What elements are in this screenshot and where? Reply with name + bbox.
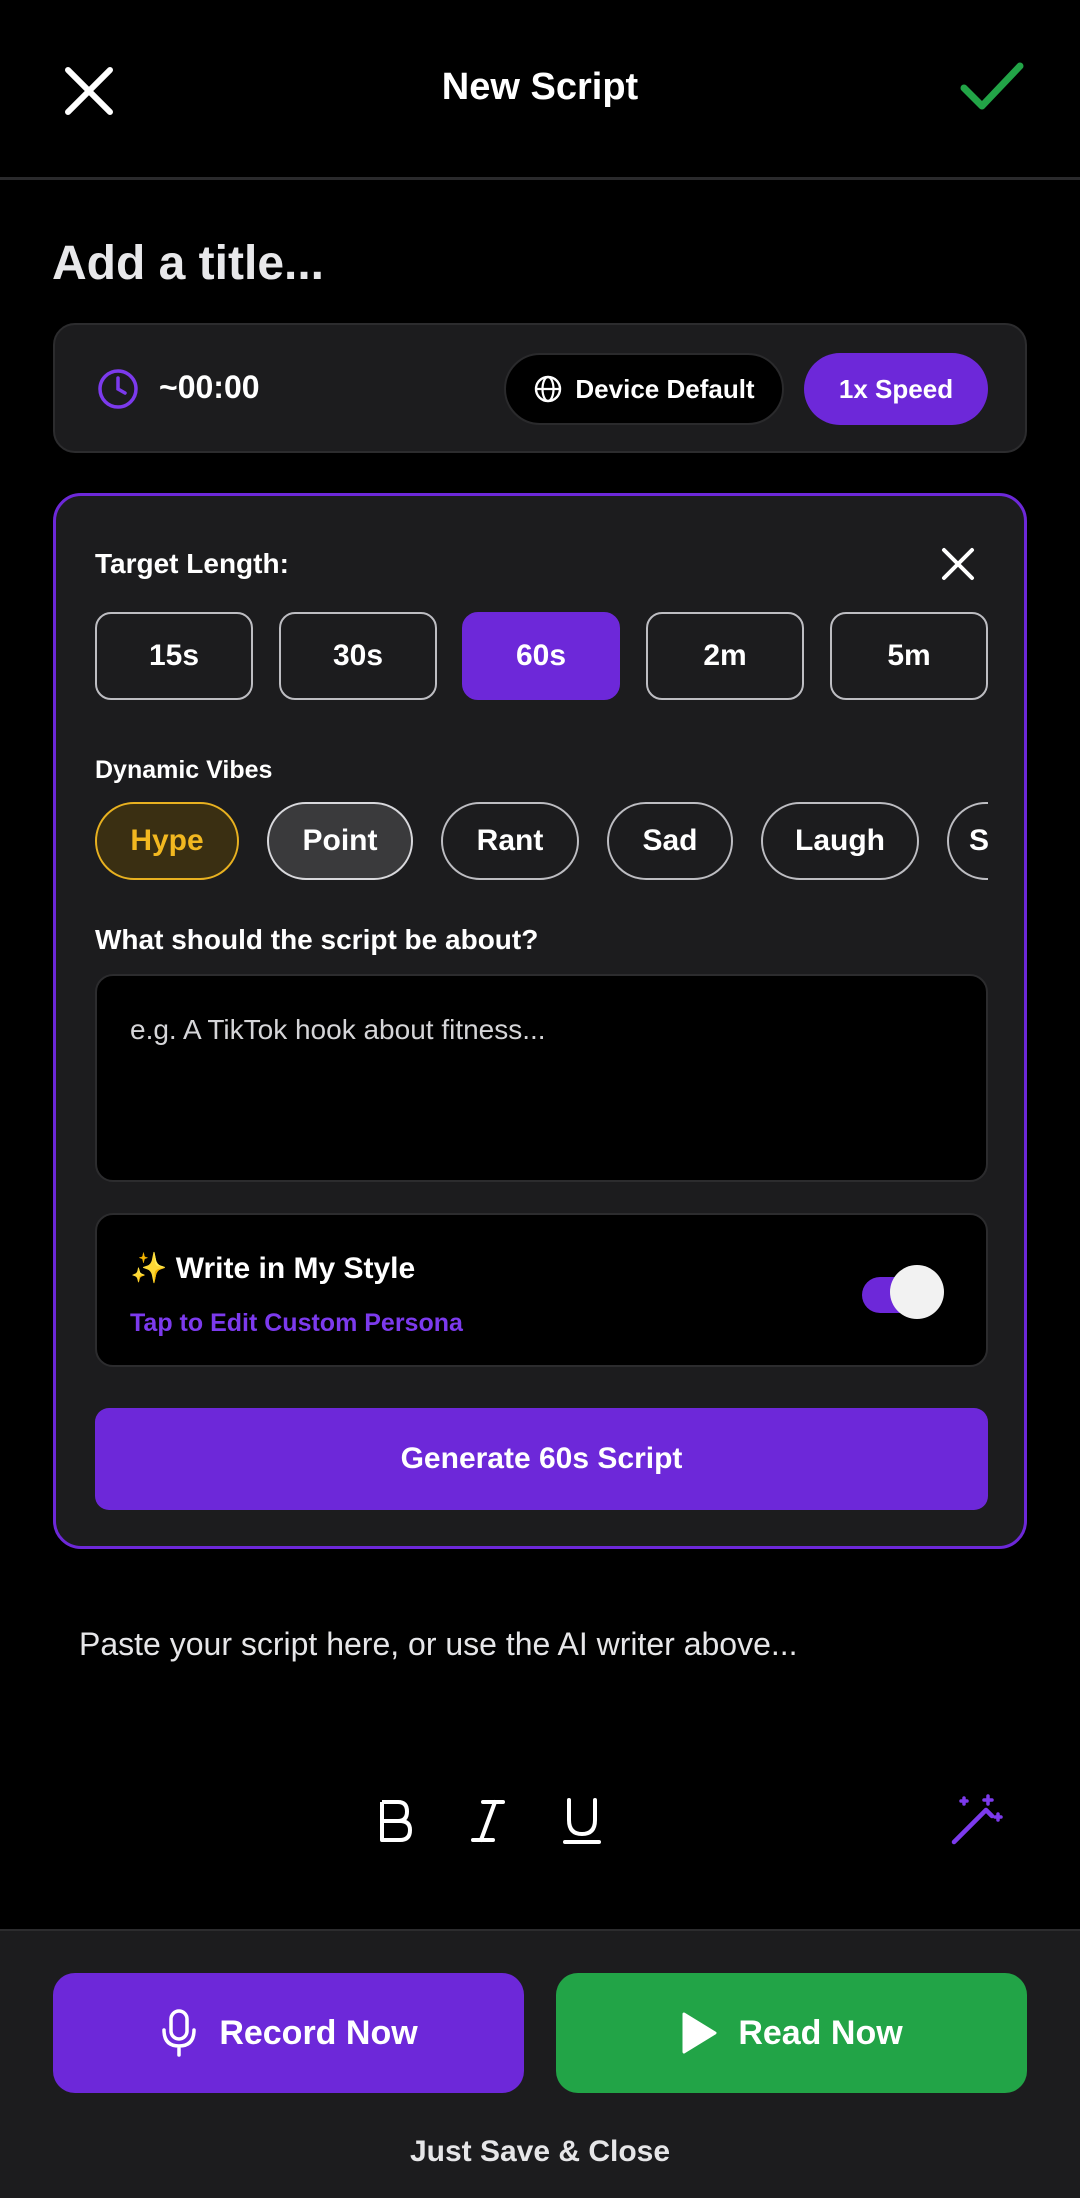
duration-estimate: ~00:00 — [159, 369, 260, 405]
checkmark-icon[interactable] — [960, 60, 1024, 112]
generate-script-button[interactable]: Generate 60s Script — [95, 1408, 988, 1510]
vibes-scroller[interactable]: Hype Point Rant Sad Laugh S — [95, 802, 988, 882]
play-icon — [682, 2012, 717, 2054]
vibe-rant[interactable]: Rant — [441, 802, 579, 880]
magic-wand-icon[interactable] — [948, 1792, 1004, 1848]
style-toggle[interactable] — [862, 1265, 944, 1319]
save-close-link[interactable]: Just Save & Close — [0, 2135, 1080, 2169]
vibe-laugh[interactable]: Laugh — [761, 802, 919, 880]
length-option-60s[interactable]: 60s — [462, 612, 620, 700]
microphone-icon — [162, 2009, 197, 2057]
topic-input[interactable]: e.g. A TikTok hook about fitness... — [95, 974, 988, 1182]
length-option-30s[interactable]: 30s — [279, 612, 437, 700]
topic-label: What should the script be about? — [95, 924, 539, 955]
length-option-2m[interactable]: 2m — [646, 612, 804, 700]
globe-icon — [535, 375, 562, 403]
vibe-point[interactable]: Point — [267, 802, 413, 880]
dynamic-vibes-label: Dynamic Vibes — [95, 756, 273, 784]
vibe-partial[interactable]: S — [947, 802, 988, 880]
underline-icon[interactable] — [557, 1794, 607, 1848]
close-icon[interactable] — [940, 546, 976, 582]
voice-selector-button[interactable]: Device Default — [504, 353, 784, 425]
italic-icon[interactable] — [463, 1794, 513, 1848]
header: New Script — [0, 0, 1080, 180]
bottom-action-bar: Record Now Read Now Just Save & Close — [0, 1929, 1080, 2198]
bold-icon[interactable] — [370, 1794, 420, 1848]
vibe-hype[interactable]: Hype — [95, 802, 239, 880]
record-now-button[interactable]: Record Now — [53, 1973, 524, 2093]
vibe-sad[interactable]: Sad — [607, 802, 733, 880]
meta-bar: ~00:00 Device Default 1x Speed — [53, 323, 1027, 453]
length-option-5m[interactable]: 5m — [830, 612, 988, 700]
write-in-my-style-card[interactable]: ✨ Write in My Style Tap to Edit Custom P… — [95, 1213, 988, 1367]
toggle-knob — [890, 1265, 944, 1319]
read-now-button[interactable]: Read Now — [556, 1973, 1027, 2093]
style-title: ✨ Write in My Style — [130, 1252, 416, 1285]
format-toolbar — [0, 1780, 1080, 1860]
page-title: New Script — [441, 66, 639, 108]
topic-placeholder: e.g. A TikTok hook about fitness... — [130, 1014, 546, 1045]
clock-icon — [98, 369, 138, 409]
length-option-15s[interactable]: 15s — [95, 612, 253, 700]
voice-label: Device Default — [575, 373, 755, 404]
ai-writer-panel: Target Length: 15s 30s 60s 2m 5m Dynamic… — [53, 493, 1027, 1549]
read-label: Read Now — [738, 2013, 903, 2052]
title-input[interactable]: Add a title... — [52, 236, 324, 291]
speed-button[interactable]: 1x Speed — [804, 353, 988, 425]
edit-persona-link[interactable]: Tap to Edit Custom Persona — [130, 1309, 463, 1338]
record-label: Record Now — [219, 2013, 418, 2052]
target-length-label: Target Length: — [95, 548, 289, 579]
script-editor[interactable]: Paste your script here, or use the AI wr… — [79, 1626, 798, 1663]
